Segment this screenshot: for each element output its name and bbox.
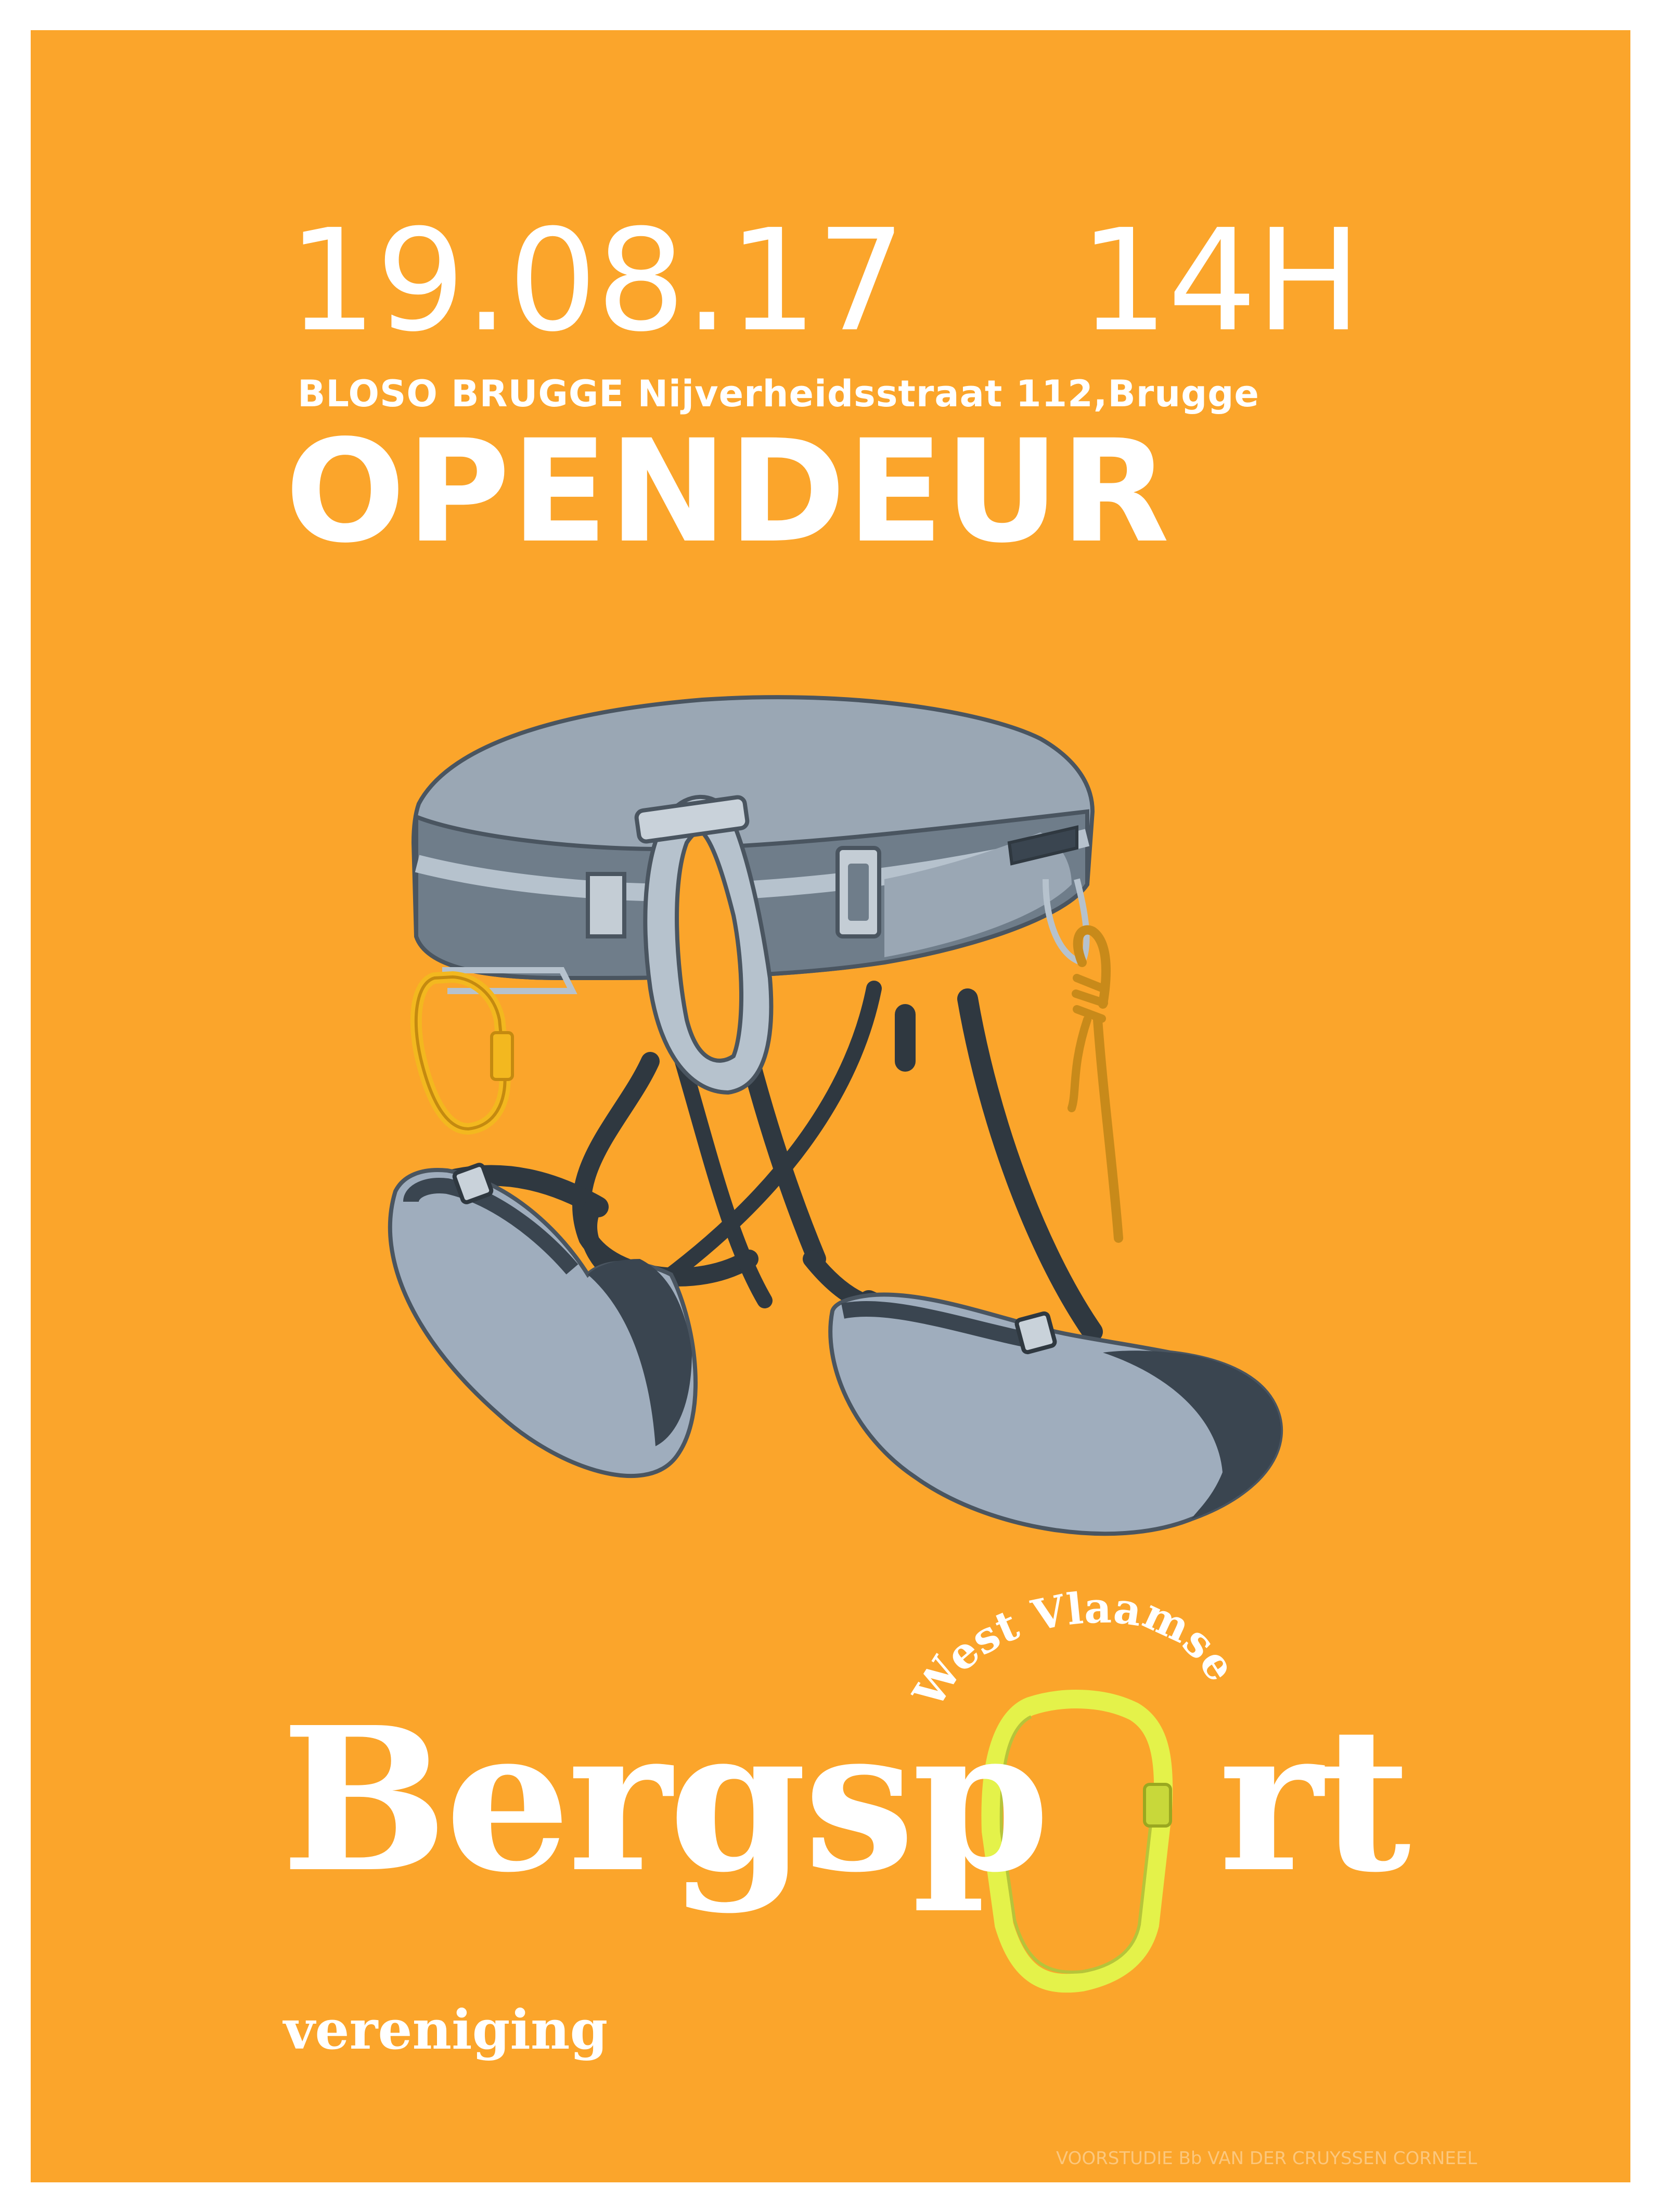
logo-wordmark: Bergsp rt [281,1701,1411,1899]
credit-text: VOORSTUDIE Bb VAN DER CRUYSSEN CORNEEL [1056,2148,1477,2169]
logo-word-left: Bergsp [281,1683,1050,1916]
logo-subtitle: vereniging [284,1998,608,2062]
logo-word-right: rt [1218,1683,1411,1916]
